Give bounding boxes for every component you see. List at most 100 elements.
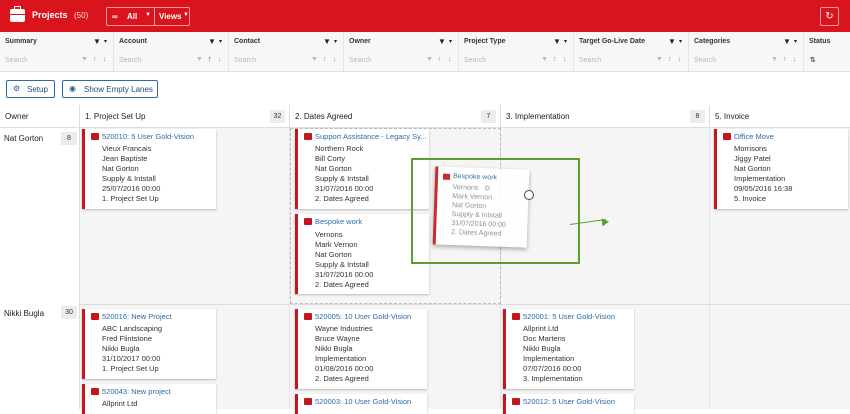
filter-col-summary[interactable]: Summary ▼ ▾ Search ▼ ↑ ↓ <box>0 32 114 72</box>
card-title-link[interactable]: Support Assistance - Legacy Sy... <box>315 132 427 141</box>
view-filter[interactable]: ∞ All ▼ Views ▼ <box>106 7 190 26</box>
chevron-down-icon[interactable]: ▼ <box>145 12 151 18</box>
sort-down-icon[interactable]: ↓ <box>218 56 222 63</box>
chevron-down-icon[interactable]: ▾ <box>449 38 452 45</box>
sort-up-icon[interactable]: ↑ <box>553 56 557 63</box>
filter-all-label[interactable]: All <box>127 12 137 21</box>
card-title-link[interactable]: Office Move <box>734 132 774 141</box>
funnel-icon[interactable]: ▼ <box>541 56 548 63</box>
funnel-icon[interactable]: ▼ <box>311 56 318 63</box>
funnel-icon[interactable]: ▼ <box>553 37 561 46</box>
chevron-down-icon[interactable]: ▾ <box>679 38 682 45</box>
sort-up-icon[interactable]: ↑ <box>783 56 787 63</box>
card-owner: Nat Gorton <box>315 250 352 259</box>
search-input[interactable]: Search <box>464 57 486 64</box>
card-title-link[interactable]: 520010: 5 User Gold-Vision <box>102 132 194 141</box>
search-input[interactable]: Search <box>579 57 601 64</box>
owner-name: Nikki Bugla <box>4 309 45 318</box>
project-card[interactable]: 520010: 5 User Gold-Vision Vieux Francai… <box>82 129 216 209</box>
card-contact: Mark Vernon <box>452 192 493 202</box>
chevron-down-icon[interactable]: ▾ <box>104 38 107 45</box>
project-card[interactable]: 520043: New project Allprint Ltd <box>82 384 216 414</box>
funnel-icon[interactable]: ▼ <box>771 56 778 63</box>
card-status: 2. Dates Agreed <box>450 228 502 238</box>
filter-col-target-go-live-date[interactable]: Target Go-Live Date ▼ ▾ Search ▼ ↑ ↓ <box>574 32 689 72</box>
filter-col-project-type[interactable]: Project Type ▼ ▾ Search ▼ ↑ ↓ <box>459 32 574 72</box>
search-input[interactable]: Search <box>349 57 371 64</box>
search-input[interactable]: Search <box>694 57 716 64</box>
funnel-icon[interactable]: ▼ <box>668 37 676 46</box>
card-date: 31/07/2016 00:00 <box>315 270 374 279</box>
card-title-link[interactable]: 520043: New project <box>102 387 171 396</box>
project-card[interactable]: 520001: 5 User Gold-Vision Allprint Ltd … <box>503 309 634 389</box>
card-title-link[interactable]: Bespoke work <box>453 173 497 182</box>
card-title-link[interactable]: 520012: 5 User Gold-Vision <box>523 397 615 406</box>
sort-down-icon[interactable]: ↓ <box>793 56 797 63</box>
setup-button[interactable]: ⚙ Setup <box>6 80 55 98</box>
sort-down-icon[interactable]: ↓ <box>563 56 567 63</box>
project-card[interactable]: 520005: 10 User Gold-Vision Wayne Indust… <box>295 309 427 389</box>
filter-col-status[interactable]: Status ⇅ <box>804 32 850 72</box>
briefcase-icon <box>442 173 451 180</box>
funnel-icon[interactable]: ▼ <box>323 37 331 46</box>
funnel-icon[interactable]: ▼ <box>93 37 101 46</box>
filter-col-owner[interactable]: Owner ▼ ▾ Search ▼ ↑ ↓ <box>344 32 459 72</box>
column-label: Target Go-Live Date <box>579 38 645 45</box>
funnel-icon[interactable]: ▼ <box>81 56 88 63</box>
chevron-down-icon[interactable]: ▾ <box>334 38 337 45</box>
project-card[interactable]: 520016: New Project ABC Landscaping Fred… <box>82 309 216 379</box>
sort-down-icon[interactable]: ↓ <box>448 56 452 63</box>
card-title-link[interactable]: 520003: 10 User Gold-Vision <box>315 397 411 406</box>
chevron-down-icon[interactable]: ▾ <box>794 38 797 45</box>
sort-up-icon[interactable]: ↑ <box>323 56 327 63</box>
card-title-link[interactable]: 520005: 10 User Gold-Vision <box>315 312 411 321</box>
card-title-link[interactable]: 520016: New Project <box>102 312 172 321</box>
card-date: 25/07/2016 00:00 <box>102 184 161 193</box>
card-account: Allprint Ltd <box>523 324 559 333</box>
project-card[interactable]: Support Assistance - Legacy Sy... Northe… <box>295 129 429 209</box>
chevron-down-icon[interactable]: ▼ <box>183 12 189 18</box>
sort-down-icon[interactable]: ↓ <box>678 56 682 63</box>
sort-toggle-icon[interactable]: ⇅ <box>810 56 816 64</box>
card-owner: Nikki Bugla <box>523 344 561 353</box>
funnel-icon[interactable]: ▼ <box>656 56 663 63</box>
card-title-link[interactable]: Bespoke work <box>315 217 362 226</box>
funnel-icon[interactable]: ▼ <box>208 37 216 46</box>
project-card[interactable]: 520003: 10 User Gold-Vision <box>295 394 427 414</box>
sort-up-icon[interactable]: ↑ <box>93 56 97 63</box>
filter-col-categories[interactable]: Categories ▼ ▾ Search ▼ ↑ ↓ <box>689 32 804 72</box>
funnel-icon[interactable]: ▼ <box>426 56 433 63</box>
sort-up-icon[interactable]: ↑ <box>438 56 442 63</box>
project-card[interactable]: Office Move Morrisons Jiggy Patel Nat Go… <box>714 129 848 209</box>
chevron-down-icon[interactable]: ▾ <box>219 38 222 45</box>
search-input[interactable]: Search <box>5 57 27 64</box>
card-title-link[interactable]: 520001: 5 User Gold-Vision <box>523 312 615 321</box>
card-account: Wayne Industries <box>315 324 373 333</box>
column-label: Contact <box>234 38 261 45</box>
sort-up-icon[interactable]: ↑ <box>208 56 212 63</box>
search-input[interactable]: Search <box>119 57 141 64</box>
funnel-icon[interactable]: ▼ <box>196 56 203 63</box>
dragged-card[interactable]: Bespoke work Vernons ⧉ Mark Vernon Nat G… <box>432 166 530 248</box>
project-card[interactable]: 520012: 5 User Gold-Vision <box>503 394 634 414</box>
external-link-icon[interactable]: ⧉ <box>484 185 490 193</box>
filter-col-account[interactable]: Account ▼ ▾ Search ▼ ↑ ↓ <box>114 32 229 72</box>
card-owner: Nat Gorton <box>102 164 139 173</box>
funnel-icon[interactable]: ▼ <box>438 37 446 46</box>
card-status: 5. Invoice <box>734 194 767 203</box>
sort-down-icon[interactable]: ↓ <box>333 56 337 63</box>
chevron-down-icon[interactable]: ▾ <box>564 38 567 45</box>
project-card[interactable]: Bespoke work Vernons Mark Vernon Nat Gor… <box>295 214 429 294</box>
card-status: 3. Implementation <box>523 374 583 383</box>
refresh-button[interactable]: ↻ <box>820 7 839 26</box>
filter-col-contact[interactable]: Contact ▼ ▾ Search ▼ ↑ ↓ <box>229 32 344 72</box>
funnel-icon[interactable]: ▼ <box>783 37 791 46</box>
lane-header-invoice: 5. Invoice <box>710 105 850 128</box>
sort-down-icon[interactable]: ↓ <box>103 56 107 63</box>
sort-up-icon[interactable]: ↑ <box>668 56 672 63</box>
views-button[interactable]: Views <box>159 12 182 21</box>
search-input[interactable]: Search <box>234 57 256 64</box>
briefcase-icon <box>304 133 312 140</box>
show-empty-lanes-button[interactable]: ◉ Show Empty Lanes <box>62 80 158 98</box>
column-label: Status <box>809 38 831 45</box>
